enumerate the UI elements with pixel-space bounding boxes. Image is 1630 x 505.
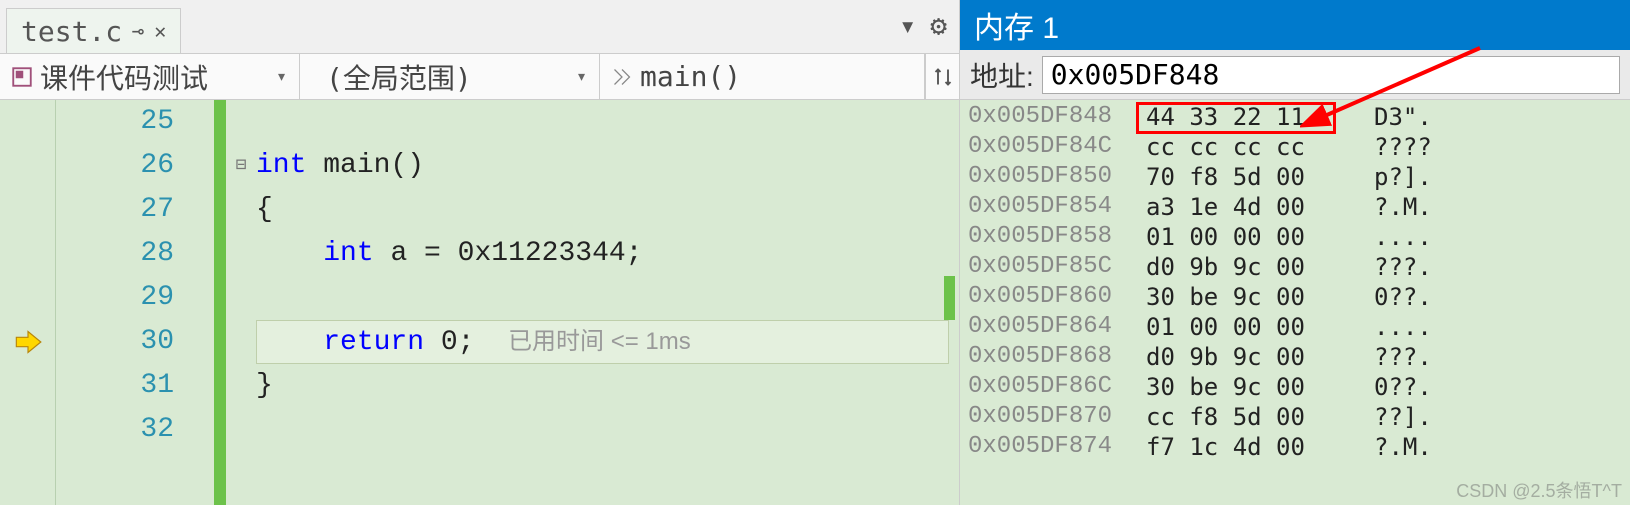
line-number-gutter: 25 26 27 28 29 30 31 32 [56, 100, 192, 505]
swap-button[interactable] [925, 54, 959, 99]
watermark: CSDN @2.5条悟T^T [1456, 477, 1622, 503]
swap-icon [933, 67, 953, 87]
nav-project-dropdown[interactable]: 课件代码测试 ▾ [0, 54, 300, 99]
line-number: 25 [56, 100, 174, 144]
line-number: 26 [56, 144, 174, 188]
code-text[interactable]: int main() { int a = 0x11223344; return … [256, 100, 959, 505]
code-line [256, 100, 959, 144]
code-line: { [256, 188, 959, 232]
code-line: return 0; 已用时间 <= 1ms [256, 320, 959, 364]
nav-function-label: main() [640, 60, 741, 93]
fold-toggle-icon[interactable]: ⊟ [226, 144, 256, 188]
chevron-down-icon: ▾ [266, 66, 287, 87]
code-line: int main() [256, 144, 959, 188]
memory-row: 0x005DF86C30 be 9c 000??. [968, 372, 1622, 402]
memory-row: 0x005DF870cc f8 5d 00??]. [968, 402, 1622, 432]
code-line: int a = 0x11223344; [256, 232, 959, 276]
memory-row: 0x005DF86030 be 9c 000??. [968, 282, 1622, 312]
code-line [256, 276, 959, 320]
memory-row: 0x005DF86401 00 00 00.... [968, 312, 1622, 342]
memory-row-addr: 0x005DF848 [968, 102, 1128, 132]
memory-row-bytes: 44 33 22 11 [1146, 102, 1356, 132]
memory-grid[interactable]: 0x005DF848 44 33 22 11 D3". 0x005DF84Ccc… [960, 100, 1630, 505]
chevron-down-icon: ▾ [566, 66, 587, 87]
close-icon[interactable]: ✕ [154, 19, 166, 43]
file-tab[interactable]: test.c ⊸ ✕ [6, 8, 181, 53]
line-number: 31 [56, 364, 174, 408]
nav-project-label: 课件代码测试 [40, 57, 208, 97]
memory-row-ascii: D3". [1374, 102, 1432, 132]
line-number: 27 [56, 188, 174, 232]
marker-margin [192, 100, 214, 505]
indicator-margin[interactable] [0, 100, 56, 505]
memory-panel-title: 内存 1 [960, 0, 1630, 50]
memory-row: 0x005DF85Cd0 9b 9c 00???. [968, 252, 1622, 282]
memory-pane: 内存 1 地址: 0x005DF848 44 33 22 11 D3". 0x0… [960, 0, 1630, 505]
tab-filename: test.c [21, 15, 122, 48]
nav-scope-label: (全局范围) [312, 57, 472, 97]
memory-row: 0x005DF848 44 33 22 11 D3". [968, 102, 1622, 132]
memory-address-label: 地址: [970, 55, 1034, 95]
memory-row: 0x005DF84Ccc cc cc cc???? [968, 132, 1622, 162]
memory-row: 0x005DF868d0 9b 9c 00???. [968, 342, 1622, 372]
gear-icon[interactable]: ⚙ [930, 9, 947, 44]
line-number: 32 [56, 408, 174, 452]
memory-address-bar: 地址: [960, 50, 1630, 100]
memory-address-input[interactable] [1042, 56, 1620, 94]
memory-row: 0x005DF85801 00 00 00.... [968, 222, 1622, 252]
change-indicator [214, 100, 226, 505]
nav-function-dropdown[interactable]: main() [600, 54, 925, 99]
tab-bar: test.c ⊸ ✕ ▾ ⚙ [0, 0, 959, 54]
code-line: } [256, 364, 959, 408]
line-number: 29 [56, 276, 174, 320]
tabs-dropdown-icon[interactable]: ▾ [899, 9, 916, 44]
fold-margin[interactable]: ⊟ [226, 100, 256, 505]
project-icon [12, 67, 32, 87]
memory-row: 0x005DF854a3 1e 4d 00?.M. [968, 192, 1622, 222]
execution-pointer-icon [14, 328, 42, 356]
nav-bar: 课件代码测试 ▾ (全局范围) ▾ main() [0, 54, 959, 100]
nav-scope-dropdown[interactable]: (全局范围) ▾ [300, 54, 600, 99]
memory-row: 0x005DF85070 f8 5d 00p?]. [968, 162, 1622, 192]
memory-row: 0x005DF874f7 1c 4d 00?.M. [968, 432, 1622, 462]
code-line [256, 408, 959, 452]
function-icon [612, 67, 632, 87]
code-area[interactable]: 25 26 27 28 29 30 31 32 ⊟ int main() { i… [0, 100, 959, 505]
line-number: 30 [56, 320, 174, 364]
line-number: 28 [56, 232, 174, 276]
pin-icon[interactable]: ⊸ [132, 19, 144, 43]
perf-hint: 已用时间 <= 1ms [508, 328, 691, 355]
editor-pane: test.c ⊸ ✕ ▾ ⚙ 课件代码测试 ▾ (全局范围) ▾ main() [0, 0, 960, 505]
